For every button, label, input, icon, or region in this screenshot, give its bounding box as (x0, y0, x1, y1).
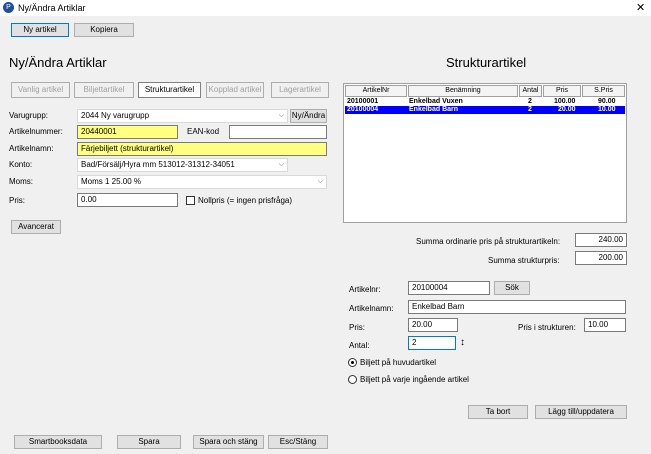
konto-label: Konto: (9, 160, 33, 169)
updown-arrow-icon[interactable]: ↕ (458, 336, 467, 350)
varugrupp-value: 2044 Ny varugrupp (81, 111, 150, 120)
tab-biljettartikel[interactable]: Biljettartikel (74, 82, 134, 98)
title-bar: P Ny/Ändra Artiklar ✕ (0, 0, 651, 16)
right-artikelnamn-input[interactable]: Enkelbad Barn (408, 300, 626, 314)
artikelnamn-input[interactable]: Färjebiljett (strukturartikel) (77, 142, 327, 156)
chevron-down-icon: ⌵ (278, 161, 284, 168)
moms-value: Moms 1 25.00 % (81, 177, 142, 186)
strukturartikel-heading: Strukturartikel (446, 55, 527, 70)
tab-lagerartikel[interactable]: Lagerartikel (271, 82, 329, 98)
column-header-antal[interactable]: Antal (519, 85, 542, 97)
right-artikelnamn-label: Artikelnamn: (349, 304, 394, 313)
biljett-huvudartikel-label: Biljett på huvudartikel (360, 358, 437, 367)
tab-vanlig-artikel[interactable]: Vanlig artikel (11, 82, 70, 98)
new-article-button[interactable]: Ny artikel (11, 23, 69, 37)
column-header-artikelnr[interactable]: ArtikelNr (345, 85, 407, 97)
ta-bort-button[interactable]: Ta bort (468, 405, 528, 419)
ny-andra-button[interactable]: Ny/Ändra (290, 109, 327, 123)
column-header-benamning[interactable]: Benämning (408, 85, 518, 97)
antal-input[interactable]: 2 (408, 336, 456, 350)
window-title: Ny/Ändra Artiklar (18, 3, 86, 13)
app-icon: P (3, 2, 14, 13)
tab-kopplad-artikel[interactable]: Kopplad artikel (206, 82, 264, 98)
close-icon[interactable]: ✕ (636, 1, 645, 14)
right-pris-label: Pris: (349, 323, 365, 332)
pris-struktur-label: Pris i strukturen: (518, 323, 576, 332)
column-header-spris[interactable]: S.Pris (582, 85, 625, 97)
cell-spris: 90.00 (598, 98, 616, 105)
artikelnamn-label: Artikelnamn: (9, 144, 54, 153)
konto-value: Bad/Försälj/Hyra mm 513012-31312-34051 (81, 160, 235, 169)
cell-antal: 2 (528, 106, 532, 113)
page-title: Ny/Ändra Artiklar (9, 55, 107, 70)
pris-input[interactable]: 0.00 (77, 193, 178, 207)
nollpris-checkbox[interactable] (186, 196, 195, 205)
moms-select[interactable]: Moms 1 25.00 % ⌵ (77, 175, 327, 189)
pris-label: Pris: (9, 196, 25, 205)
table-row[interactable]: 20100001 Enkelbad Vuxen 2 100.00 90.00 (345, 98, 625, 106)
varugrupp-select[interactable]: 2044 Ny varugrupp ⌵ (77, 109, 288, 123)
cell-artikelnr: 20100001 (347, 98, 379, 105)
nollpris-label: Nollpris (= ingen prisfråga) (198, 196, 293, 205)
spara-button[interactable]: Spara (117, 435, 181, 449)
artikelnummer-input[interactable]: 20440001 (77, 125, 178, 139)
smartbooksdata-button[interactable]: Smartbooksdata (14, 435, 102, 449)
cell-antal: 2 (528, 98, 532, 105)
summa-ordinarie-value: 240.00 (575, 233, 627, 247)
artikelnr-label: Artikelnr: (349, 285, 381, 294)
lagg-till-uppdatera-button[interactable]: Lägg till/uppdatera (535, 405, 627, 419)
varugrupp-label: Varugrupp: (9, 111, 48, 120)
cell-benamning: Enkelbad Barn (409, 106, 459, 113)
column-header-pris[interactable]: Pris (543, 85, 581, 97)
avancerat-button[interactable]: Avancerat (11, 220, 61, 234)
sok-button[interactable]: Sök (494, 281, 530, 295)
biljett-varje-artikel-label: Biljett på varje ingående artikel (360, 375, 469, 384)
moms-label: Moms: (9, 177, 33, 186)
summa-struktur-label: Summa strukturpris: (488, 256, 560, 265)
ean-input[interactable] (229, 125, 327, 139)
struktur-table[interactable]: ArtikelNr Benämning Antal Pris S.Pris 20… (343, 83, 627, 223)
cell-pris: 20.00 (558, 106, 576, 113)
table-row[interactable]: 20100004 Enkelbad Barn 2 20.00 10.00 (345, 106, 625, 114)
right-pris-input[interactable]: 20.00 (408, 318, 458, 332)
tab-strukturartikel[interactable]: Strukturartikel (138, 82, 201, 98)
biljett-huvudartikel-radio[interactable] (348, 358, 357, 367)
summa-ordinarie-label: Summa ordinarie pris på strukturartikeln… (416, 237, 561, 246)
copy-button[interactable]: Kopiera (74, 23, 134, 37)
esc-stang-button[interactable]: Esc/Stäng (268, 435, 328, 449)
cell-benamning: Enkelbad Vuxen (409, 98, 463, 105)
artikelnr-input[interactable]: 20100004 (408, 281, 490, 295)
pris-struktur-input[interactable]: 10.00 (584, 318, 626, 332)
chevron-down-icon: ⌵ (317, 178, 323, 185)
ean-label: EAN-kod (187, 127, 220, 136)
cell-spris: 10.00 (598, 106, 616, 113)
biljett-varje-artikel-radio[interactable] (348, 375, 357, 384)
cell-artikelnr: 20100004 (347, 106, 379, 113)
spara-och-stang-button[interactable]: Spara och stäng (193, 435, 264, 449)
cell-pris: 100.00 (554, 98, 576, 105)
artikelnummer-label: Artikelnummer: (9, 127, 63, 136)
konto-select[interactable]: Bad/Försälj/Hyra mm 513012-31312-34051 ⌵ (77, 158, 288, 172)
chevron-down-icon: ⌵ (278, 112, 284, 119)
antal-label: Antal: (349, 341, 370, 350)
summa-struktur-value: 200.00 (575, 251, 627, 265)
